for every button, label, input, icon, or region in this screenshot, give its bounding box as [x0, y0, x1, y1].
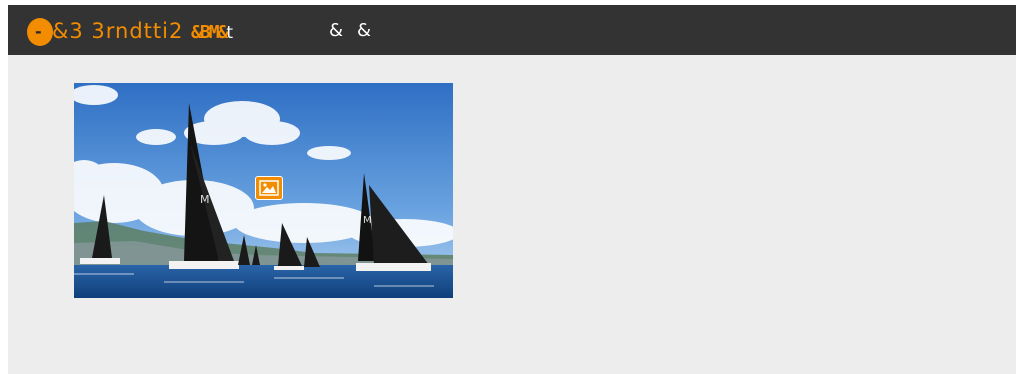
brand-title-main: &3 3rndtti2 — [52, 19, 192, 43]
brand-title-bold: &BM& — [191, 22, 228, 43]
brand-title[interactable]: &3 3rndtti2 &BM&t — [52, 16, 234, 46]
brand-title-tail: t — [226, 23, 235, 43]
brand-logo-mark: - — [35, 22, 42, 41]
svg-text:M: M — [200, 193, 210, 206]
nav-link-1[interactable]: & — [329, 16, 343, 46]
svg-text:M: M — [363, 215, 372, 226]
image-icon — [255, 176, 283, 200]
hero-image[interactable]: M M — [74, 83, 453, 298]
page-frame: - &3 3rndtti2 &BM&t & & M M — [8, 5, 1016, 374]
nav-link-2[interactable]: & — [357, 16, 371, 46]
top-bar: - &3 3rndtti2 &BM&t & & — [8, 5, 1016, 55]
